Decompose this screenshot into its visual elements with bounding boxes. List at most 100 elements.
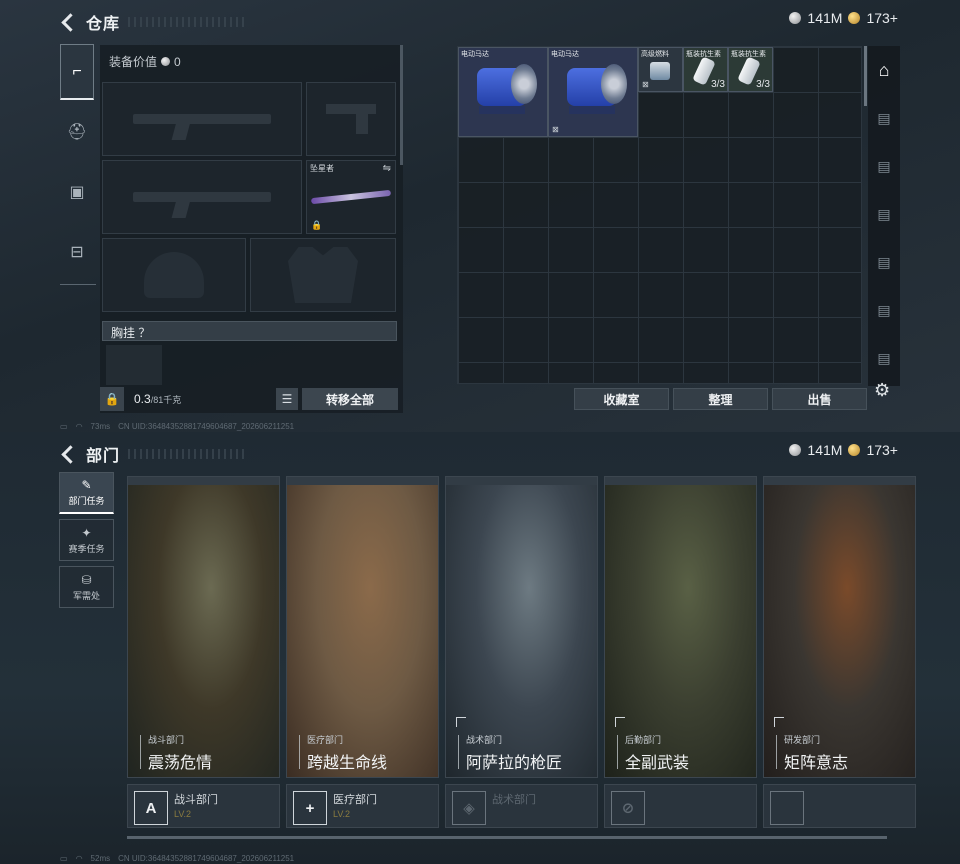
page-title: 仓库 [86,16,121,33]
stash-item[interactable]: 瓶装抗生素 3/3 [683,47,728,92]
silver-amount: 141M [807,10,843,26]
stash-grid[interactable]: 电动马达 电动马达 ⊠ 高级燃料 ⊠ 瓶装抗生素 3/3 瓶装抗生素 3/3 [457,46,862,384]
department-card[interactable]: 医疗部门 跨越生命线 [286,476,439,778]
department-card[interactable]: 后勤部门 全副武装 [604,476,757,778]
warehouse-header: 仓库 [60,10,249,34]
supply-icon: ⛁ [81,572,92,587]
warehouse-screen: 仓库 141M 173+ ⌐ ⛑ ▣ ⊟ 装备价值 0 坠星者 ⇋ 🔒 胸挂 ？ [0,0,960,432]
body-armor-slot[interactable] [250,238,396,312]
battery-icon: ▭ [60,422,68,431]
stash-item[interactable]: 电动马达 ⊠ [548,47,638,137]
season-icon: ✦ [81,525,92,540]
department-emblem-icon: ⊘ [611,791,645,825]
stash-scrollbar[interactable] [864,46,867,106]
gold-amount[interactable]: 173+ [866,442,898,458]
stash-tab-6[interactable]: ▤ [868,334,900,382]
motor-icon [467,62,539,118]
melee-name: 坠星者 [310,164,334,173]
sidearm-slot[interactable] [306,82,396,156]
stash-tab-5[interactable]: ▤ [868,286,900,334]
stash-tab-1[interactable]: ▤ [868,94,900,142]
weapon-tab[interactable]: ⌐ [60,44,94,100]
quartermaster-tab[interactable]: ⛁ 军需处 [59,566,114,608]
task-icon: ✎ [81,478,92,492]
home-icon: ⌂ [878,59,890,80]
department-type: 研发部门 [784,735,821,745]
tab-label: 部门任务 [68,496,105,506]
armor-tab[interactable]: ⛑ [60,104,94,160]
department-badge[interactable]: A 战斗部门 LV.2 [127,784,280,828]
pistol-icon: ⌐ [72,62,82,80]
stash-page-icon: ▤ [877,301,891,318]
department-badge[interactable] [763,784,916,828]
backpack-tab[interactable]: ▣ [60,164,94,220]
department-task-name: 震荡危情 [148,755,213,772]
department-badge[interactable]: + 医疗部门 LV.2 [286,784,439,828]
department-card[interactable]: 战术部门 阿萨拉的枪匠 [445,476,598,778]
stash-item[interactable]: 高级燃料 ⊠ [638,47,683,92]
header-stripe [128,17,249,27]
no-trade-icon: ⊠ [552,125,559,134]
stash-home-tab[interactable]: ⌂ [868,46,900,94]
stash-tab-4[interactable]: ▤ [868,238,900,286]
item-name: 高级燃料 [641,51,669,58]
swap-icon[interactable]: ⇋ [383,163,391,174]
department-badge[interactable]: ⊘ [604,784,757,828]
melee-slot[interactable]: 坠星者 ⇋ 🔒 [306,160,396,234]
motor-icon [557,62,629,118]
chest-rig-header[interactable]: 胸挂 ？ [102,321,397,341]
department-task-name: 阿萨拉的枪匠 [466,755,563,772]
sort-button[interactable]: 整理 [673,388,768,410]
case-tab[interactable]: ⊟ [60,224,94,280]
rifle-silhouette-icon [132,114,272,124]
season-tasks-tab[interactable]: ✦ 赛季任务 [59,519,114,561]
stash-tab-2[interactable]: ▤ [868,142,900,190]
department-level: LV.2 [333,809,351,819]
list-view-button[interactable]: ☰ [276,388,298,410]
tab-label: 军需处 [72,590,100,601]
status-footer: ▭ ◠ 52ms CN UID:3648435288174960468​7_20… [60,854,294,863]
helmet-slot[interactable] [102,238,246,312]
card-divider [617,735,618,769]
chest-rig-slot[interactable] [106,345,162,385]
department-card[interactable]: 战斗部门 震荡危情 [127,476,280,778]
fuel-can-icon [650,62,670,80]
currency-bar: 141M 173+ [789,442,898,458]
department-level: LV.2 [174,809,192,819]
stash-page-icon: ▤ [877,205,891,222]
equip-value-amount: 0 [174,54,181,69]
equipment-category-rail: ⌐ ⛑ ▣ ⊟ [60,44,96,284]
card-divider [458,735,459,769]
expand-corner-icon [615,717,625,727]
equipment-scrollbar[interactable] [400,45,403,165]
cards-scrollbar[interactable] [127,836,887,839]
stash-tab-3[interactable]: ▤ [868,190,900,238]
backpack-icon: ▣ [69,184,85,201]
silver-amount: 141M [807,442,843,458]
department-tasks-tab[interactable]: ✎ 部门任务 [59,472,114,514]
equipment-panel: 装备价值 0 坠星者 ⇋ 🔒 胸挂 ？ [100,45,403,413]
department-card[interactable]: 研发部门 矩阵意志 [763,476,916,778]
stash-item[interactable]: 电动马达 [458,47,548,137]
collection-room-button[interactable]: 收藏室 [574,388,669,410]
stash-tabs: ⌂ ▤ ▤ ▤ ▤ ▤ ▤ [868,46,900,386]
equip-value-label: 装备价值 [109,55,158,69]
gold-amount[interactable]: 173+ [866,10,898,26]
gear-icon[interactable]: ⚙ [874,380,890,401]
sell-button[interactable]: 出售 [772,388,867,410]
card-topbar [764,477,915,485]
secondary-weapon-slot[interactable] [102,160,302,234]
department-badge[interactable]: ◈ 战术部门 [445,784,598,828]
battery-icon: ▭ [60,854,68,863]
helmet-icon: ⛑ [66,124,88,141]
weight-lock-icon[interactable]: 🔒 [100,387,124,411]
back-icon[interactable] [60,13,78,31]
item-count: 3/3 [711,79,725,90]
card-topbar [446,477,597,485]
transfer-all-button[interactable]: 转移全部 [302,388,398,410]
stash-page-icon: ▤ [877,109,891,126]
back-icon[interactable] [60,445,78,463]
rifle-silhouette-icon [132,192,272,202]
primary-weapon-slot[interactable] [102,82,302,156]
stash-item[interactable]: 瓶装抗生素 3/3 [728,47,773,92]
